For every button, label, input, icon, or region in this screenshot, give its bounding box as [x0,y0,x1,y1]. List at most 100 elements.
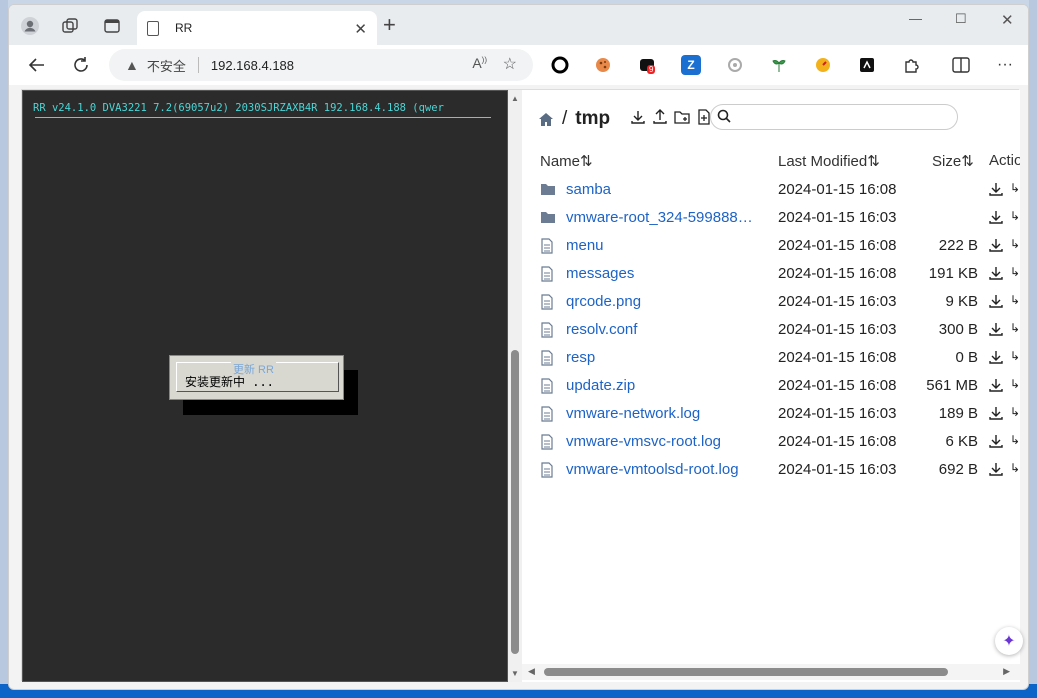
maximize-button[interactable]: ☐ [955,11,967,27]
file-name-link[interactable]: resolv.conf [566,321,637,338]
scroll-up-arrow-icon[interactable]: ▲ [511,94,519,103]
move-icon[interactable]: ↳ [1010,405,1020,419]
file-name-link[interactable]: vmware-network.log [566,405,700,422]
move-icon[interactable]: ↳ [1010,349,1020,363]
settings-extension-icon[interactable] [725,55,745,75]
column-header-name[interactable]: Name⇅ [540,152,593,170]
move-icon[interactable]: ↳ [1010,181,1020,195]
file-modified: 2024-01-15 16:03 [778,293,897,310]
minimize-button[interactable]: — [909,11,922,26]
move-icon[interactable]: ↳ [1010,209,1020,223]
download-icon[interactable] [988,321,1004,337]
back-button[interactable] [25,53,49,77]
close-tab-icon[interactable]: ✕ [354,20,367,38]
move-icon[interactable]: ↳ [1010,377,1020,391]
file-row[interactable]: qrcode.png 2024-01-15 16:03 9 KB ↳ [522,288,1020,316]
file-row[interactable]: vmware-vmtoolsd-root.log 2024-01-15 16:03… [522,456,1020,484]
download-icon[interactable] [988,461,1004,477]
update-dialog: 更新 RR 安装更新中 ... [169,355,344,400]
home-icon[interactable] [538,112,554,127]
download-icon[interactable] [988,349,1004,365]
file-search-input[interactable] [710,104,958,130]
upload-icon[interactable] [652,109,668,125]
scroll-down-arrow-icon[interactable]: ▼ [511,669,519,678]
scroll-right-arrow-icon[interactable]: ▶ [1003,666,1010,677]
file-name-link[interactable]: menu [566,237,604,254]
new-folder-icon[interactable] [674,109,690,125]
download-icon[interactable] [988,293,1004,309]
file-row[interactable]: update.zip 2024-01-15 16:08 561 MB ↳ [522,372,1020,400]
download-icon[interactable] [988,237,1004,253]
move-icon[interactable]: ↳ [1010,237,1020,251]
terminal-scrollbar[interactable]: ▲ ▼ [508,90,522,682]
url-text[interactable]: 192.168.4.188 [211,58,294,73]
scroll-left-arrow-icon[interactable]: ◀ [528,666,535,677]
workspaces-button[interactable] [57,13,83,39]
download-icon[interactable] [988,405,1004,421]
favorite-star-icon[interactable]: ☆ [503,54,517,74]
file-row[interactable]: samba 2024-01-15 16:08 ↳ [522,176,1020,204]
file-row[interactable]: vmware-network.log 2024-01-15 16:03 189 B ↳ [522,400,1020,428]
security-label[interactable]: 不安全 [147,56,186,75]
file-row[interactable]: menu 2024-01-15 16:08 222 B ↳ [522,232,1020,260]
file-name-link[interactable]: resp [566,349,595,366]
close-window-button[interactable]: ✕ [1001,11,1014,29]
more-menu-icon[interactable]: ··· [995,55,1015,75]
notion-extension-icon[interactable] [857,55,877,75]
download-icon[interactable] [988,265,1004,281]
move-icon[interactable]: ↳ [1010,321,1020,335]
move-icon[interactable]: ↳ [1010,293,1020,307]
speed-extension-icon[interactable] [813,55,833,75]
download-icon[interactable] [988,377,1004,393]
read-aloud-icon[interactable]: A)) [472,55,487,71]
download-icon[interactable] [988,209,1004,225]
profile-button[interactable] [17,13,43,39]
file-list-hscrollbar[interactable]: ◀ ▶ [522,664,1020,680]
refresh-button[interactable] [69,53,93,77]
new-tab-button[interactable]: + [383,14,396,36]
back-arrow-icon [28,58,44,72]
file-icon [540,266,556,282]
zotero-extension-icon[interactable]: Z [681,55,701,75]
file-name-link[interactable]: update.zip [566,377,635,394]
current-directory[interactable]: tmp [575,108,610,130]
column-header-size[interactable]: Size⇅ [932,152,974,170]
file-row[interactable]: vmware-vmsvc-root.log 2024-01-15 16:08 6 K… [522,428,1020,456]
hscrollbar-thumb[interactable] [544,668,948,676]
scrollbar-thumb[interactable] [511,350,519,654]
dialog-message: 安装更新中 ... [185,375,274,389]
file-name-link[interactable]: messages [566,265,634,282]
download-icon[interactable] [988,433,1004,449]
extensions-puzzle-icon[interactable] [901,55,921,75]
file-size: 692 B [938,461,978,478]
file-name-link[interactable]: samba [566,181,611,198]
file-name-link[interactable]: vmware-vmsvc-root.log [566,433,721,450]
vertical-tabs-button[interactable] [99,13,125,39]
file-name-link[interactable]: vmware-vmtoolsd-root.log [566,461,739,478]
file-row[interactable]: vmware-root_324-599888… 2024-01-15 16:03 ↳ [522,204,1020,232]
tab-rr[interactable]: RR ✕ [137,11,377,45]
desktop-right-edge [1029,0,1037,698]
copilot-sparkle-icon[interactable]: ✦ [995,627,1023,655]
move-icon[interactable]: ↳ [1010,433,1020,447]
file-name-link[interactable]: qrcode.png [566,293,641,310]
leaf-extension-icon[interactable] [769,55,789,75]
file-modified: 2024-01-15 16:03 [778,209,897,226]
file-row[interactable]: resolv.conf 2024-01-15 16:03 300 B ↳ [522,316,1020,344]
download-icon[interactable] [988,181,1004,197]
download-icon[interactable] [630,109,646,125]
column-header-modified[interactable]: Last Modified⇅ [778,152,880,170]
file-row[interactable]: resp 2024-01-15 16:08 0 B ↳ [522,344,1020,372]
breadcrumb: / tmp [538,108,610,130]
extension-badge-icon[interactable]: 9 [637,55,657,75]
move-icon[interactable]: ↳ [1010,461,1020,475]
address-bar[interactable]: ▲ 不安全 192.168.4.188 A)) ☆ [109,49,533,81]
cookie-extension-icon[interactable] [593,55,613,75]
file-row[interactable]: messages 2024-01-15 16:08 191 KB ↳ [522,260,1020,288]
desktop-left-edge [0,0,8,698]
split-screen-icon[interactable] [951,55,971,75]
terminal-pane[interactable]: RR v24.1.0 DVA3221 7.2(69057u2) 2030SJRZ… [22,90,508,682]
move-icon[interactable]: ↳ [1010,265,1020,279]
extension-1-icon[interactable] [550,55,570,75]
file-name-link[interactable]: vmware-root_324-599888… [566,209,753,226]
